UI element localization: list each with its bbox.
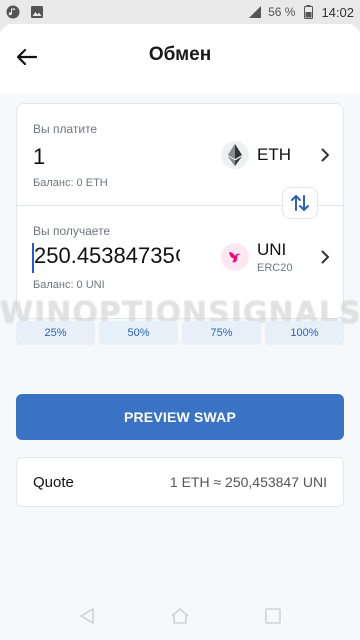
eth-logo-icon [221,141,249,169]
swap-arrows-icon [291,195,309,211]
gallery-notification-icon [30,5,44,19]
battery-percent: 56 % [268,5,296,19]
swap-screen: Обмен Вы платите 1 Баланс: 0 ETH ETH Вы … [0,24,360,640]
uniswap-logo-icon [221,243,249,271]
pay-label: Вы платите [33,122,98,136]
chevron-right-icon [317,250,333,264]
receive-token-symbol: UNI [257,240,287,259]
receive-token-selector[interactable]: UNI ERC20 [221,240,333,274]
music-notification-icon [6,5,20,19]
percent-100-button[interactable]: 100% [265,321,344,345]
triangle-back-icon [79,608,94,624]
quote-value: 1 ETH ≈ 250,453847 UNI [169,474,327,490]
signal-icon [248,5,262,19]
receive-token-network: ERC20 [257,262,293,274]
receive-label: Вы получаете [33,224,111,238]
nav-recents-button[interactable] [259,602,287,630]
status-bar: 56 % 14:02 [0,0,360,24]
pay-amount-input[interactable]: 1 [33,144,45,170]
page-title: Обмен [148,44,212,65]
battery-icon [301,5,315,19]
percent-75-button[interactable]: 75% [182,321,261,345]
clock: 14:02 [321,4,354,20]
pay-balance: Баланс: 0 ETH [33,177,108,189]
nav-back-button[interactable] [73,602,101,630]
pay-token-symbol: ETH [257,145,291,164]
receive-balance: Баланс: 0 UNI [33,279,105,291]
home-icon [171,608,189,624]
quote-row: Quote 1 ETH ≈ 250,453847 UNI [16,457,344,507]
swap-direction-button[interactable] [282,187,318,219]
nav-home-button[interactable] [166,602,194,630]
app-header: Обмен [0,24,360,94]
quote-label: Quote [33,473,74,491]
system-nav-bar [0,592,360,640]
percent-50-button[interactable]: 50% [99,321,178,345]
preview-swap-button[interactable]: PREVIEW SWAP [16,394,344,440]
chevron-right-icon [317,148,333,162]
percent-25-button[interactable]: 25% [16,321,95,345]
percent-buttons: 25% 50% 75% 100% [16,321,344,345]
square-recents-icon [265,608,282,624]
receive-amount-input[interactable]: 250.45384735¢ [32,243,180,273]
pay-token-selector[interactable]: ETH [221,141,333,169]
